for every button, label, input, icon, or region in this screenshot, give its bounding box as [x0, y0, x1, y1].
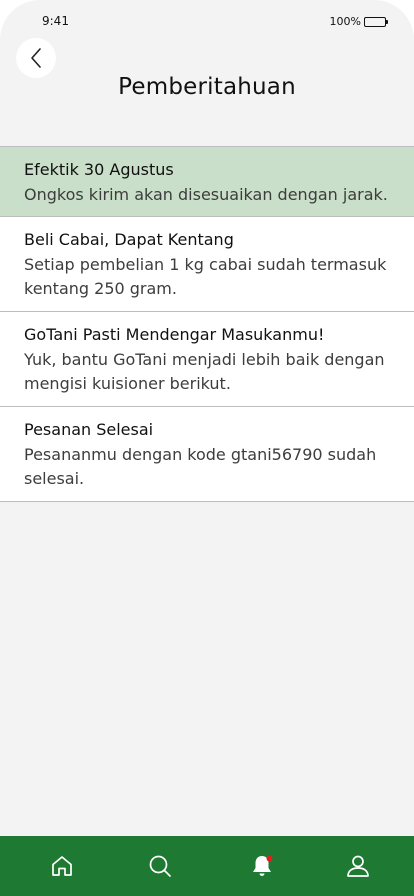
notification-body: Ongkos kirim akan disesuaikan dengan jar…	[24, 185, 388, 204]
notification-body: Yuk, bantu GoTani menjadi lebih baik den…	[24, 350, 385, 393]
user-icon	[347, 855, 369, 877]
home-icon	[52, 856, 72, 876]
status-battery: 100%	[329, 15, 388, 28]
notification-body: Setiap pembelian 1 kg cabai sudah termas…	[24, 255, 387, 298]
battery-icon	[364, 16, 388, 27]
nav-home[interactable]	[48, 852, 76, 880]
page-title: Pemberitahuan	[118, 74, 296, 100]
notification-item[interactable]: GoTani Pasti Mendengar Masukanmu! Yuk, b…	[0, 312, 414, 407]
status-time: 9:41	[42, 14, 69, 28]
bell-icon	[253, 855, 273, 876]
battery-percent: 100%	[329, 15, 361, 28]
notification-badge	[266, 855, 273, 862]
nav-notifications[interactable]	[248, 852, 276, 880]
notification-body: Pesananmu dengan kode gtani56790 sudah s…	[24, 445, 377, 488]
chevron-left-icon	[31, 48, 41, 68]
notification-title: Beli Cabai, Dapat Kentang	[24, 230, 234, 249]
nav-profile[interactable]	[344, 852, 372, 880]
phone-screen: 9:41 100% Pemberitahuan Efektik 30 Agust…	[0, 0, 414, 896]
notification-item[interactable]: Beli Cabai, Dapat Kentang Setiap pembeli…	[0, 217, 414, 312]
notification-title: GoTani Pasti Mendengar Masukanmu!	[24, 325, 325, 344]
notification-item[interactable]: Efektik 30 Agustus Ongkos kirim akan dis…	[0, 147, 414, 217]
notification-item[interactable]: Pesanan Selesai Pesananmu dengan kode gt…	[0, 407, 414, 502]
search-icon	[149, 855, 171, 877]
bottom-nav	[0, 836, 414, 896]
notification-list: Efektik 30 Agustus Ongkos kirim akan dis…	[0, 146, 414, 502]
back-button[interactable]	[16, 38, 56, 78]
notification-title: Efektik 30 Agustus	[24, 160, 174, 179]
notification-title: Pesanan Selesai	[24, 420, 154, 439]
nav-search[interactable]	[146, 852, 174, 880]
